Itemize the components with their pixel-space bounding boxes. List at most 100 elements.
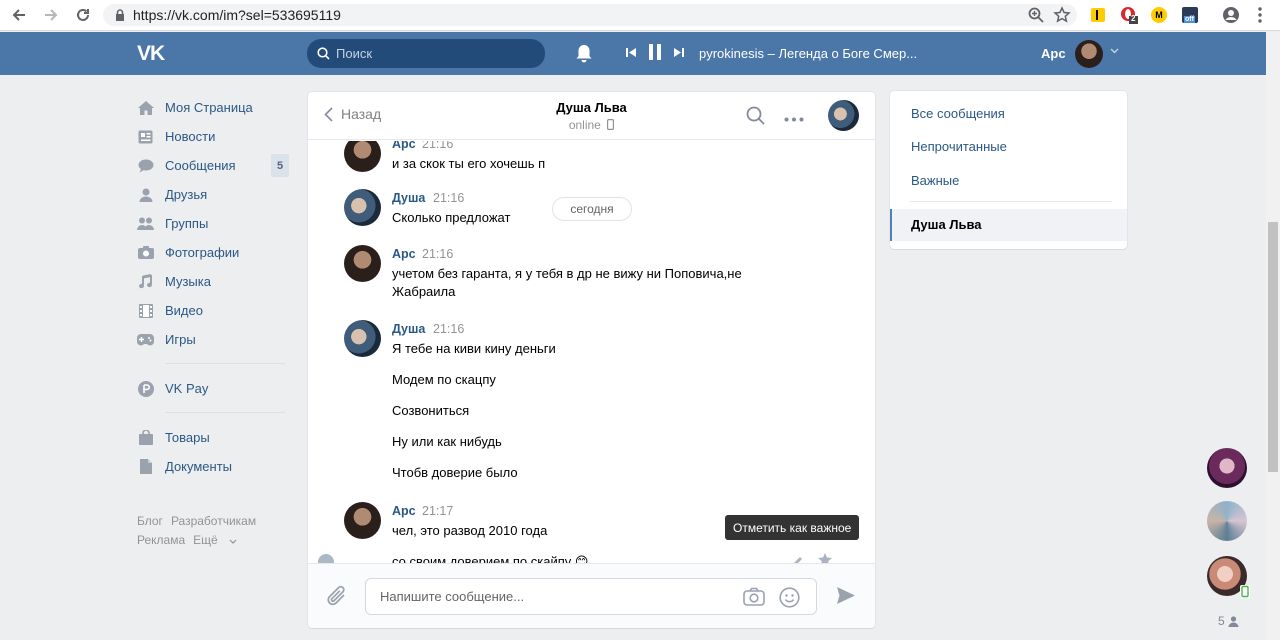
opera-extension-icon[interactable]: 2 (1119, 4, 1139, 26)
message-author[interactable]: Душа (392, 191, 425, 205)
previous-track-icon[interactable] (626, 46, 637, 61)
zoom-icon[interactable] (1027, 6, 1045, 27)
message-input-box[interactable] (365, 578, 817, 615)
sidebar-item-my-page[interactable]: Моя Страница (137, 93, 289, 122)
filter-important[interactable]: Важные (911, 173, 959, 188)
camera-icon[interactable] (743, 587, 765, 610)
now-playing-track[interactable]: pyrokinesis – Легенда о Боге Смер... (699, 46, 917, 61)
header-avatar[interactable] (1075, 40, 1103, 68)
author-avatar[interactable] (344, 245, 381, 282)
message-author[interactable]: Арс (392, 247, 416, 261)
more-options-icon[interactable] (784, 106, 804, 127)
sidebar-item-label: Игры (165, 332, 196, 347)
message-composer (308, 563, 875, 628)
sidebar-item-groups[interactable]: Группы (137, 209, 289, 238)
important-star-icon[interactable] (818, 553, 832, 563)
notifications-bell-icon[interactable] (575, 44, 593, 66)
sidebar-divider (165, 412, 285, 413)
sidebar-item-news[interactable]: Новости (137, 122, 289, 151)
header-user-name[interactable]: Арс (1041, 46, 1066, 61)
attach-paperclip-icon[interactable] (326, 584, 348, 611)
message-author[interactable]: Арс (392, 504, 416, 518)
sidebar-item-video[interactable]: Видео (137, 296, 289, 325)
address-bar[interactable]: https://vk.com/im?sel=533695119 (103, 4, 1077, 26)
message-author[interactable]: Арс (392, 141, 416, 151)
chevron-down-icon (229, 539, 237, 544)
forward-arrow-icon[interactable] (38, 2, 64, 28)
yandex-mail-icon[interactable]: M (1149, 4, 1169, 26)
message-text: Созвониться (392, 403, 470, 418)
author-avatar[interactable] (344, 320, 381, 357)
sidebar-item-label: Музыка (165, 274, 211, 289)
header-search[interactable] (307, 39, 545, 68)
news-icon (137, 129, 154, 144)
sidebar-item-label: Новости (165, 129, 216, 144)
extension-yellow-icon[interactable] (1088, 4, 1108, 26)
footer-link-more[interactable]: Ещё (193, 533, 237, 547)
scrollbar-thumb[interactable] (1268, 222, 1278, 472)
chat-partner-avatar[interactable] (828, 100, 859, 131)
message-history[interactable]: Арс 21:16 и за скок ты его хочешь п Душа… (308, 141, 875, 563)
sidebar-item-goods[interactable]: Товары (137, 423, 289, 452)
reload-icon[interactable] (70, 2, 96, 28)
filter-unread[interactable]: Непрочитанные (911, 139, 1007, 154)
message-text: учетом без гаранта, я у тебя в др не виж… (392, 266, 742, 299)
send-arrow-icon[interactable] (836, 586, 856, 608)
message-select-check-icon[interactable] (318, 554, 334, 563)
message-text: Ну или как нибудь (392, 434, 502, 449)
next-track-icon[interactable] (673, 46, 684, 61)
photos-icon (137, 245, 154, 260)
vk-logo[interactable]: VK (137, 42, 165, 66)
sidebar-item-friends[interactable]: Друзья (137, 180, 289, 209)
message-time: 21:16 (422, 141, 454, 151)
mark-important-tooltip: Отметить как важное (725, 515, 860, 540)
message-input[interactable] (380, 589, 730, 604)
games-icon (137, 332, 154, 347)
online-count-number: 5 (1218, 614, 1225, 628)
home-icon (137, 100, 154, 115)
sidebar-item-vk-pay[interactable]: VK Pay (137, 374, 289, 403)
author-avatar[interactable] (344, 189, 381, 226)
messages-icon (137, 158, 154, 173)
sidebar-item-music[interactable]: Музыка (137, 267, 289, 296)
chevron-down-icon[interactable] (1110, 46, 1119, 57)
pause-icon[interactable] (649, 44, 661, 63)
fast-chat-avatar[interactable] (1207, 448, 1247, 488)
footer-link-blog[interactable]: Блог (137, 514, 163, 528)
message-text: Модем по скацпу (392, 372, 496, 387)
page-scrollbar[interactable] (1266, 32, 1280, 640)
emoji-smile-icon[interactable] (779, 587, 800, 611)
filter-all-messages[interactable]: Все сообщения (911, 106, 1005, 121)
message-author[interactable]: Душа (392, 322, 425, 336)
sidebar-item-label: Видео (165, 303, 203, 318)
groups-icon (137, 216, 154, 231)
message-time: 21:16 (433, 191, 465, 205)
sidebar-item-label: Группы (165, 216, 209, 231)
footer-link-ads[interactable]: Реклама (137, 533, 185, 547)
sidebar-item-photos[interactable]: Фотографии (137, 238, 289, 267)
online-friends-count[interactable]: 5 (1218, 614, 1239, 628)
chat-panel: Назад Душа Льва online Арс 21:16 и за ск… (308, 92, 875, 628)
profile-icon[interactable] (1221, 4, 1241, 26)
edit-pencil-icon[interactable] (792, 555, 804, 563)
message-text: со своим доверием по скайпу 😊 (392, 554, 589, 563)
mobile-phone-icon (607, 119, 615, 131)
active-conversation-item[interactable]: Душа Льва (890, 209, 1127, 241)
sidebar-item-games[interactable]: Игры (137, 325, 289, 354)
browser-menu-icon[interactable] (1250, 4, 1270, 26)
message-text: и за скок ты его хочешь п (392, 156, 546, 171)
url-text: https://vk.com/im?sel=533695119 (133, 7, 341, 23)
sidebar-item-messages[interactable]: Сообщения 5 (137, 151, 289, 180)
author-avatar[interactable] (344, 141, 381, 172)
search-input[interactable] (336, 46, 536, 61)
back-arrow-icon[interactable] (6, 2, 32, 28)
date-separator-pill: сегодня (552, 197, 632, 221)
footer-link-developers[interactable]: Разработчикам (171, 514, 256, 528)
extension-off-icon[interactable]: off (1180, 4, 1200, 26)
author-avatar[interactable] (344, 502, 381, 539)
fast-chat-avatar[interactable] (1207, 501, 1247, 541)
chat-search-icon[interactable] (746, 106, 765, 128)
sidebar-item-documents[interactable]: Документы (137, 452, 289, 481)
sidebar-item-label: Моя Страница (165, 100, 253, 115)
bookmark-star-icon[interactable] (1053, 6, 1071, 27)
